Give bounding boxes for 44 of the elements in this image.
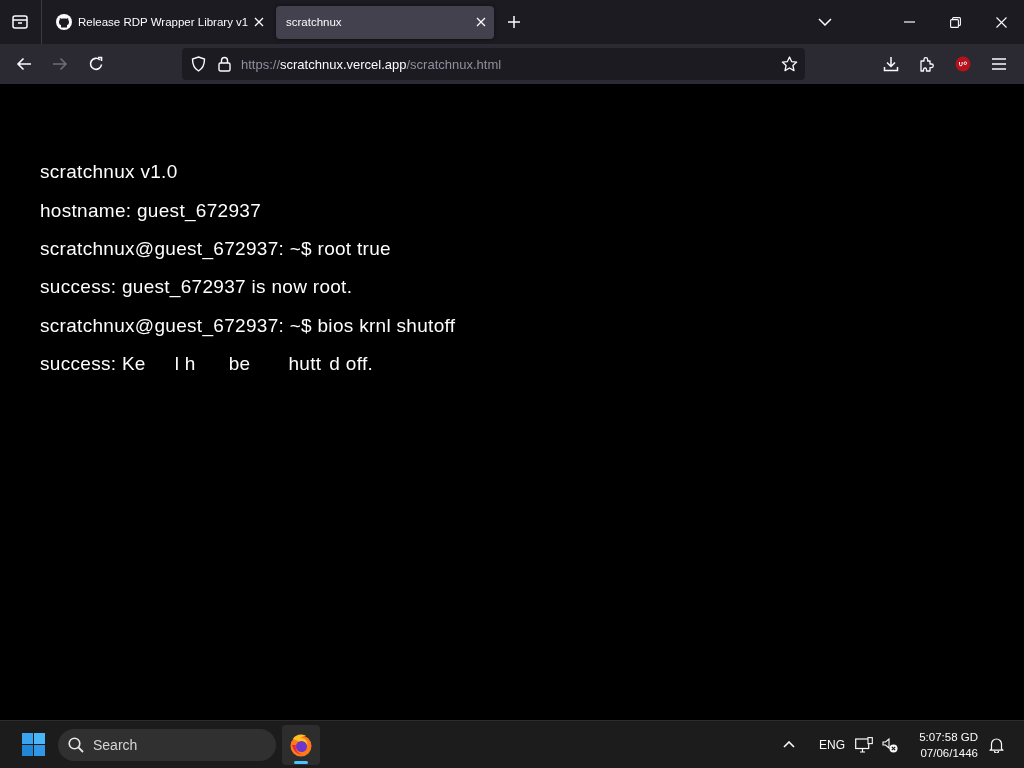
arrow-right-icon — [52, 57, 68, 71]
monitor-icon — [855, 736, 873, 753]
puzzle-icon — [919, 56, 935, 72]
terminal-text: success: Ke — [40, 353, 146, 376]
terminal-text: l h — [174, 353, 196, 376]
badge-icon — [955, 56, 971, 72]
terminal-text: hutt — [288, 353, 322, 376]
url-text: https://scratchnux.vercel.app/scratchnux.html — [241, 56, 502, 72]
restore-icon — [949, 16, 961, 28]
terminal-text: scratchnux@guest_672937: ~$ bios krnl shutoff — [40, 314, 456, 337]
terminal-text: success: guest_672937 is now root. — [40, 276, 353, 299]
lock-icon — [218, 56, 231, 72]
address-bar[interactable]: https://scratchnux.vercel.app/scratchnux.html — [182, 48, 805, 80]
arrow-left-icon — [16, 57, 32, 71]
reload-icon — [88, 56, 104, 72]
browser-app-button[interactable] — [282, 724, 320, 765]
shield-icon — [191, 56, 206, 72]
search-icon — [68, 736, 84, 753]
language-button[interactable]: ENG — [814, 724, 850, 765]
plus-icon — [507, 15, 521, 29]
minimize-icon — [903, 21, 915, 23]
cat-logo-icon — [56, 14, 72, 30]
download-icon — [883, 56, 899, 72]
search-field[interactable]: Search — [58, 728, 276, 761]
globe-flame-icon — [289, 732, 313, 757]
terminal-text: d off. — [329, 353, 374, 376]
chevron-down-icon — [818, 18, 832, 26]
four-panes-icon — [21, 733, 45, 756]
close-icon — [995, 16, 1007, 28]
close-icon[interactable] — [476, 17, 486, 27]
chevron-up-icon — [783, 741, 795, 748]
terminal-text: scratchnux@guest_672937: ~$ root true — [40, 237, 391, 260]
terminal-text: be — [228, 353, 251, 376]
bell-icon — [988, 736, 1004, 753]
clock-button[interactable]: 5:07:58 GD 07/06/1446 — [914, 724, 978, 765]
speaker-muted-icon — [882, 736, 898, 753]
browser-tab[interactable]: Release RDP Wrapper Library v1 — [46, 5, 272, 39]
close-icon[interactable] — [254, 17, 264, 27]
terminal-text: hostname: guest_672937 — [40, 199, 262, 222]
star-icon[interactable] — [781, 56, 798, 72]
browser-tab[interactable]: scratchnux — [276, 5, 494, 39]
tray-icon — [12, 15, 28, 29]
menu-icon — [992, 58, 1006, 70]
terminal-text: scratchnux v1.0 — [40, 161, 178, 184]
